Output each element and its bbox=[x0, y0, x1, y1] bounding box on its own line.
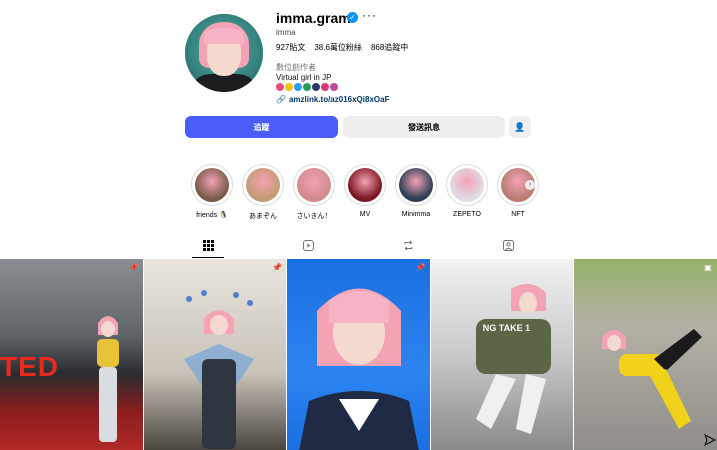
more-options-icon[interactable]: ··· bbox=[362, 8, 377, 22]
post-overlay-text: TED bbox=[0, 351, 59, 382]
person-plus-icon: 👤 bbox=[514, 121, 526, 132]
post-thumbnail[interactable]: ▣ bbox=[574, 259, 717, 450]
tagged-icon bbox=[502, 239, 514, 251]
post-figure bbox=[183, 290, 254, 449]
profile-username: imma.gram bbox=[276, 10, 351, 26]
bio-emoji bbox=[294, 83, 302, 91]
send-icon[interactable] bbox=[704, 433, 717, 447]
suggested-accounts-button[interactable]: 👤 bbox=[509, 116, 531, 138]
profile-bio: Virtual girl in JP bbox=[276, 73, 332, 82]
profile-full-name: imma bbox=[276, 28, 296, 37]
pinned-icon: 📌 bbox=[272, 263, 283, 272]
highlight-label: NFT bbox=[511, 211, 525, 218]
highlight-item[interactable]: › NFT bbox=[496, 164, 540, 221]
highlight-cover bbox=[348, 168, 382, 202]
post-thumbnail[interactable]: 📌 bbox=[143, 259, 287, 450]
highlight-cover bbox=[297, 168, 331, 202]
post-type-icon: ▣ bbox=[704, 263, 712, 272]
post-thumbnail[interactable]: NG TAKE 1 bbox=[430, 259, 574, 450]
avatar-body bbox=[195, 74, 253, 92]
highlight-ring[interactable] bbox=[446, 164, 488, 206]
story-highlights: friends 🐧 あまぞん さいきん！ MV Minimma ZEPETO ›… bbox=[190, 164, 540, 221]
profile-link-text[interactable]: amzlink.to/az016xQi8xOaF bbox=[289, 95, 390, 104]
bio-emoji bbox=[276, 83, 284, 91]
highlight-ring[interactable]: › bbox=[497, 164, 539, 206]
post-figure bbox=[475, 283, 551, 434]
bio-emoji bbox=[312, 83, 320, 91]
grid-icon bbox=[202, 239, 214, 251]
bio-emoji bbox=[330, 83, 338, 91]
avatar-bangs bbox=[204, 28, 244, 44]
message-button[interactable]: 發送訊息 bbox=[343, 116, 505, 138]
highlight-item[interactable]: Minimma bbox=[394, 164, 438, 221]
highlight-item[interactable]: friends 🐧 bbox=[190, 164, 234, 221]
highlight-cover bbox=[246, 168, 280, 202]
bio-emoji bbox=[303, 83, 311, 91]
highlight-cover bbox=[399, 168, 433, 202]
repost-icon bbox=[404, 240, 412, 250]
posts-grid: TED 📌 📌 📌 NG TAKE 1 ▣ bbox=[0, 259, 717, 450]
following-count[interactable]: 868追蹤中 bbox=[371, 42, 408, 53]
profile-tabs bbox=[0, 232, 717, 258]
highlight-label: ZEPETO bbox=[453, 211, 481, 218]
bio-emoji bbox=[321, 83, 329, 91]
highlight-item[interactable]: さいきん！ bbox=[292, 164, 336, 221]
post-figure bbox=[602, 329, 703, 429]
profile-avatar[interactable] bbox=[185, 14, 263, 92]
bio-emoji-row bbox=[276, 83, 338, 91]
tab-reposts[interactable] bbox=[396, 232, 420, 258]
highlight-label: Minimma bbox=[401, 211, 431, 218]
highlight-ring[interactable] bbox=[293, 164, 335, 206]
post-figure bbox=[299, 288, 419, 450]
highlight-cover bbox=[450, 168, 484, 202]
posts-count: 927貼文 bbox=[276, 43, 306, 52]
highlight-label: friends 🐧 bbox=[196, 212, 228, 219]
tab-reels[interactable] bbox=[296, 232, 320, 258]
tab-tagged[interactable] bbox=[496, 232, 520, 258]
profile-stats: 927貼文 38.6萬位粉絲 868追蹤中 bbox=[276, 42, 408, 53]
highlight-ring[interactable] bbox=[395, 164, 437, 206]
verified-badge-icon: ✓ bbox=[347, 12, 358, 23]
highlight-item[interactable]: ZEPETO bbox=[445, 164, 489, 221]
highlight-ring[interactable] bbox=[191, 164, 233, 206]
post-overlay-text: NG TAKE 1 bbox=[482, 323, 531, 333]
followers-count[interactable]: 38.6萬位粉絲 bbox=[314, 42, 362, 53]
highlight-label: あまぞん bbox=[249, 213, 277, 220]
post-thumbnail[interactable]: 📌 bbox=[287, 259, 430, 450]
post-figure bbox=[97, 316, 119, 442]
active-tab-indicator bbox=[192, 257, 224, 258]
profile-link[interactable]: 🔗 amzlink.to/az016xQi8xOaF bbox=[276, 95, 389, 104]
profile-category: 數位創作者 bbox=[276, 63, 316, 72]
reels-icon bbox=[302, 239, 314, 251]
post-thumbnail[interactable]: TED 📌 bbox=[0, 259, 143, 450]
link-icon: 🔗 bbox=[276, 95, 286, 104]
highlight-ring[interactable] bbox=[242, 164, 284, 206]
highlight-item[interactable]: MV bbox=[343, 164, 387, 221]
highlight-ring[interactable] bbox=[344, 164, 386, 206]
tab-posts[interactable] bbox=[196, 232, 220, 258]
highlight-label: さいきん！ bbox=[296, 213, 332, 220]
bio-emoji bbox=[285, 83, 293, 91]
highlight-item[interactable]: あまぞん bbox=[241, 164, 285, 221]
highlight-cover bbox=[195, 168, 229, 202]
pinned-icon: 📌 bbox=[128, 263, 139, 272]
paper-plane-icon bbox=[704, 433, 717, 447]
highlight-label: MV bbox=[359, 211, 371, 218]
follow-button[interactable]: 追蹤 bbox=[185, 116, 338, 138]
pinned-icon: 📌 bbox=[415, 263, 426, 272]
chevron-right-icon[interactable]: › bbox=[525, 180, 535, 190]
